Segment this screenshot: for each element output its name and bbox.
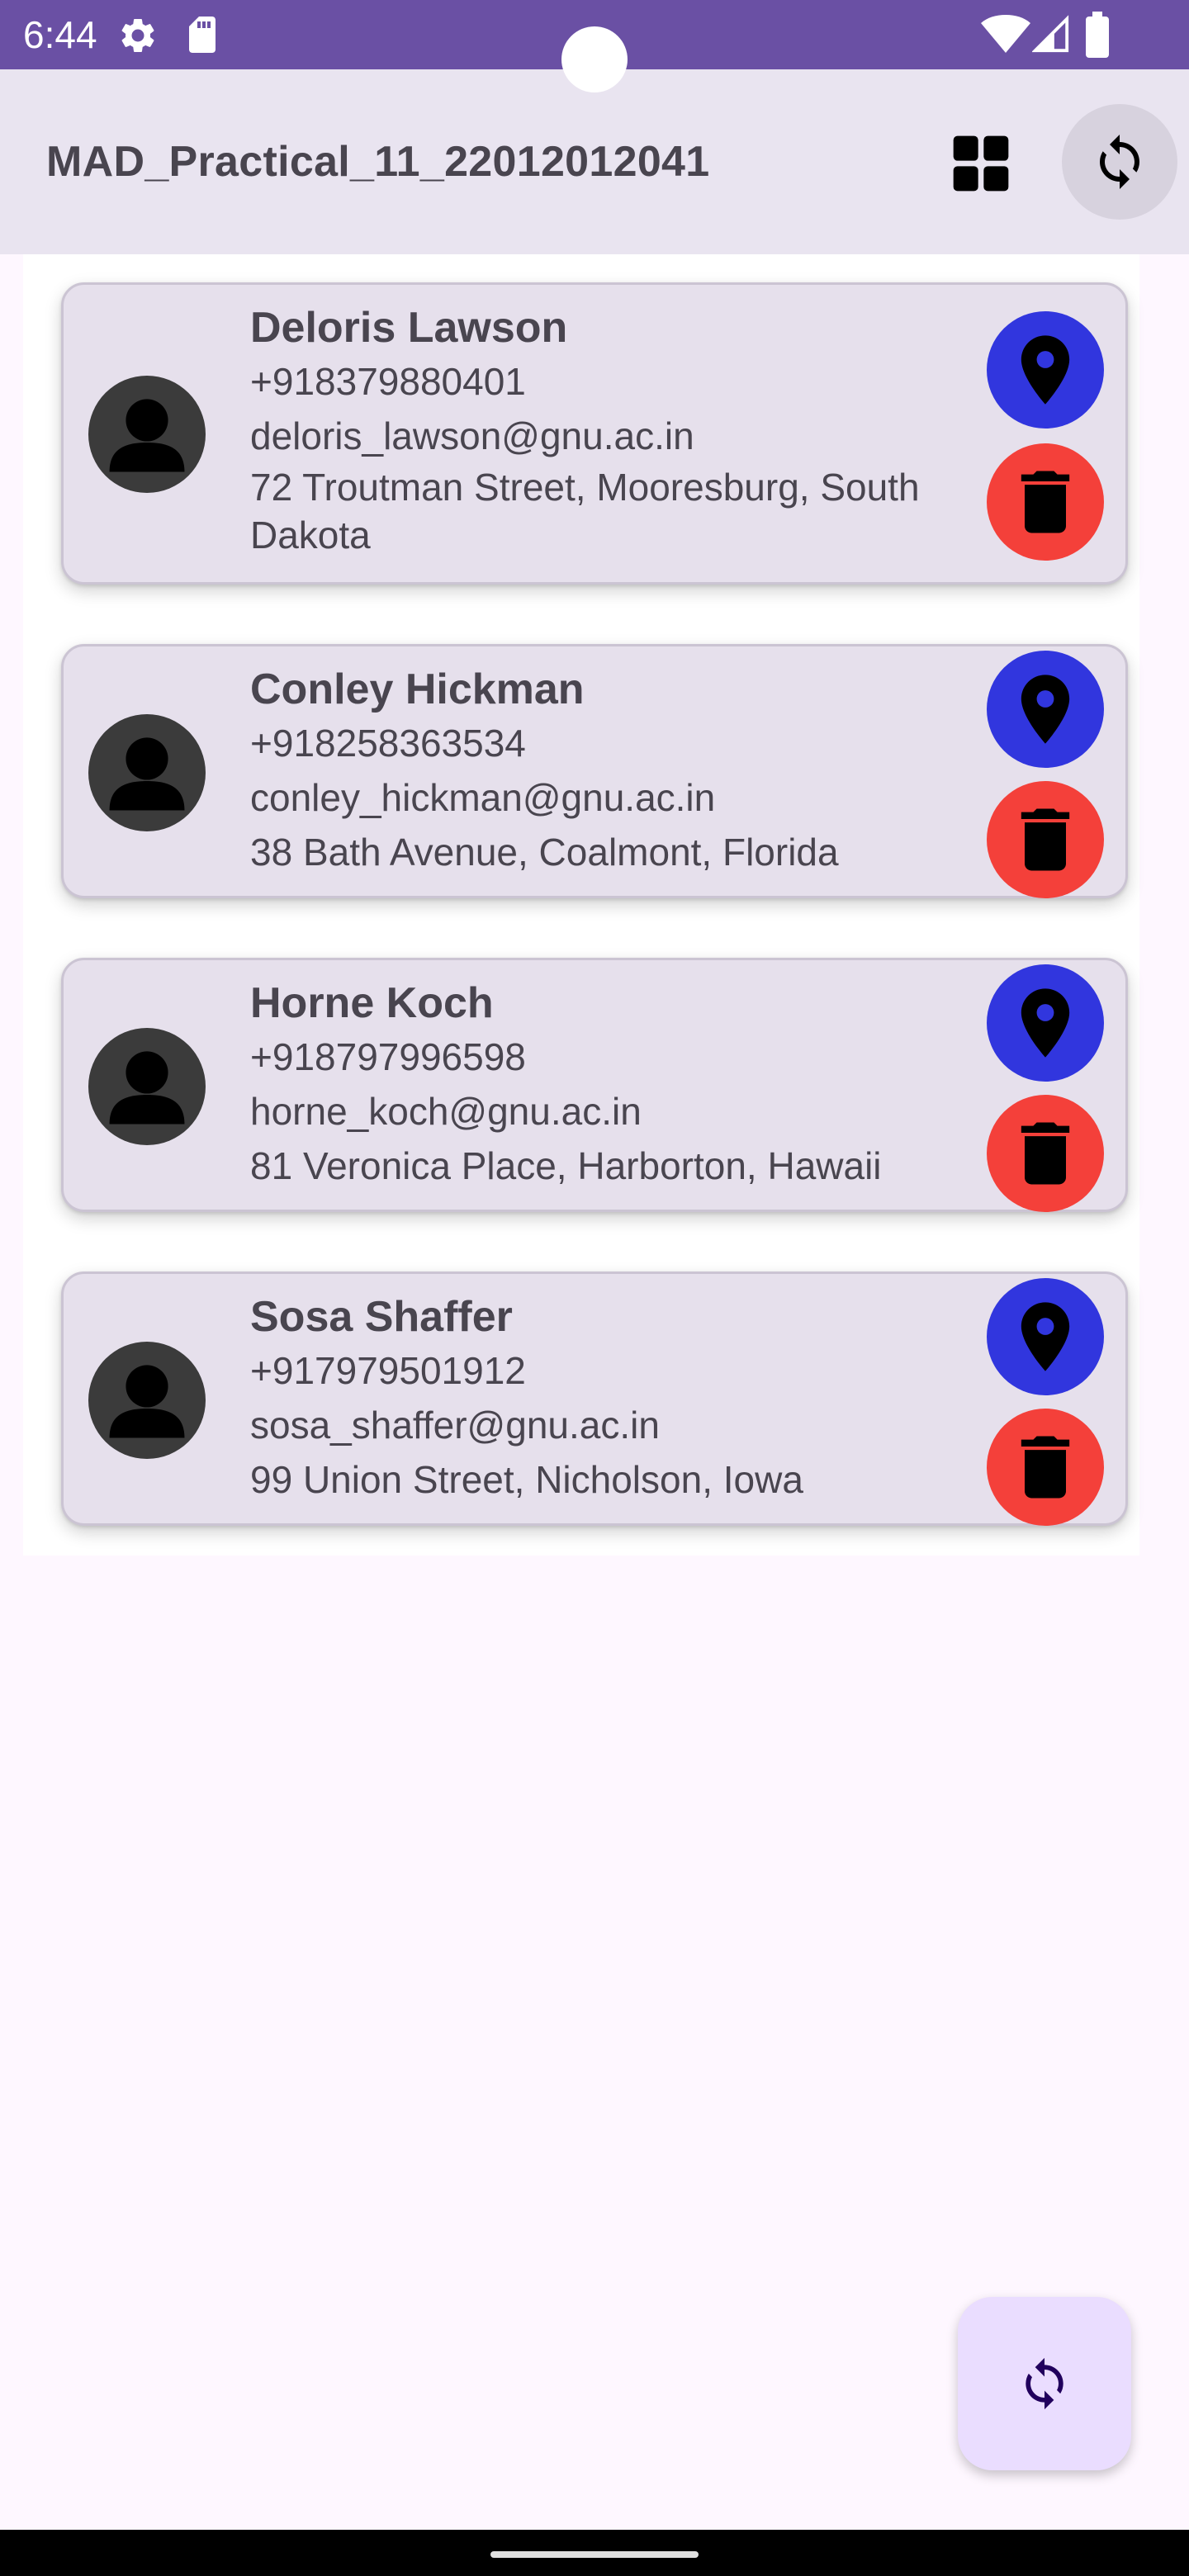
contact-email: deloris_lawson@gnu.ac.in [250, 414, 694, 457]
page-title: MAD_Practical_11_22012012041 [46, 138, 710, 186]
contact-name: Deloris Lawson [250, 304, 568, 352]
contact-email: conley_hickman@gnu.ac.in [250, 776, 716, 819]
delete-button[interactable] [987, 781, 1104, 898]
contact-phone: +918379880401 [250, 360, 526, 403]
person-icon [88, 376, 206, 493]
contact-address: 38 Bath Avenue, Coalmont, Florida [250, 831, 839, 874]
refresh-button[interactable] [1062, 104, 1177, 220]
contact-card[interactable]: Deloris Lawson +918379880401 deloris_law… [61, 282, 1128, 585]
refresh-icon [1100, 135, 1139, 189]
location-pin-icon [1021, 988, 1070, 1058]
contact-address: 72 Troutman Street, Mooresburg, South Da… [250, 466, 920, 556]
location-button[interactable] [987, 311, 1104, 429]
contact-info: Conley Hickman +918258363534 conley_hick… [250, 663, 977, 879]
home-handle[interactable] [490, 2551, 699, 2558]
camera-cutout [561, 26, 628, 92]
location-button[interactable] [987, 651, 1104, 768]
contact-info: Horne Koch +918797996598 horne_koch@gnu.… [250, 977, 977, 1193]
location-button[interactable] [987, 964, 1104, 1082]
contact-card[interactable]: Sosa Shaffer +917979501912 sosa_shaffer@… [61, 1271, 1128, 1526]
contact-info: Deloris Lawson +918379880401 deloris_law… [250, 301, 977, 559]
contact-email: horne_koch@gnu.ac.in [250, 1090, 642, 1133]
contact-card[interactable]: Horne Koch +918797996598 horne_koch@gnu.… [61, 958, 1128, 1212]
gear-icon [121, 18, 154, 52]
signal-icon [1032, 15, 1069, 53]
contact-phone: +918258363534 [250, 722, 526, 765]
wifi-icon [981, 15, 1030, 53]
status-time: 6:44 [23, 13, 97, 56]
trash-icon [1021, 1122, 1070, 1185]
battery-icon [1086, 12, 1109, 58]
contact-address: 99 Union Street, Nicholson, Iowa [250, 1458, 803, 1501]
delete-button[interactable] [987, 1095, 1104, 1212]
contact-phone: +918797996598 [250, 1035, 526, 1078]
contact-name: Sosa Shaffer [250, 1293, 513, 1341]
trash-icon [1021, 1436, 1070, 1499]
contact-phone: +917979501912 [250, 1349, 526, 1392]
app-bar: MAD_Practical_11_22012012041 [0, 69, 1189, 254]
contact-name: Horne Koch [250, 979, 494, 1027]
contact-name: Conley Hickman [250, 665, 585, 713]
contact-email: sosa_shaffer@gnu.ac.in [250, 1404, 660, 1447]
person-icon [88, 1028, 206, 1145]
refresh-fab[interactable] [958, 2297, 1131, 2470]
location-pin-icon [1021, 1302, 1070, 1371]
navigation-bar [0, 2530, 1189, 2576]
location-pin-icon [1021, 675, 1070, 744]
location-button[interactable] [987, 1278, 1104, 1395]
person-icon [88, 1342, 206, 1459]
sd-card-icon [189, 17, 216, 53]
refresh-icon [1026, 2357, 1063, 2410]
contact-address: 81 Veronica Place, Harborton, Hawaii [250, 1144, 882, 1187]
trash-icon [1021, 808, 1070, 871]
grid-view-icon[interactable] [948, 130, 1014, 197]
contact-card[interactable]: Conley Hickman +918258363534 conley_hick… [61, 644, 1128, 898]
location-pin-icon [1021, 335, 1070, 405]
status-bar: 6:44 [0, 0, 1189, 92]
delete-button[interactable] [987, 443, 1104, 561]
person-icon [88, 714, 206, 831]
delete-button[interactable] [987, 1409, 1104, 1526]
trash-icon [1021, 471, 1070, 533]
contact-info: Sosa Shaffer +917979501912 sosa_shaffer@… [250, 1290, 977, 1507]
